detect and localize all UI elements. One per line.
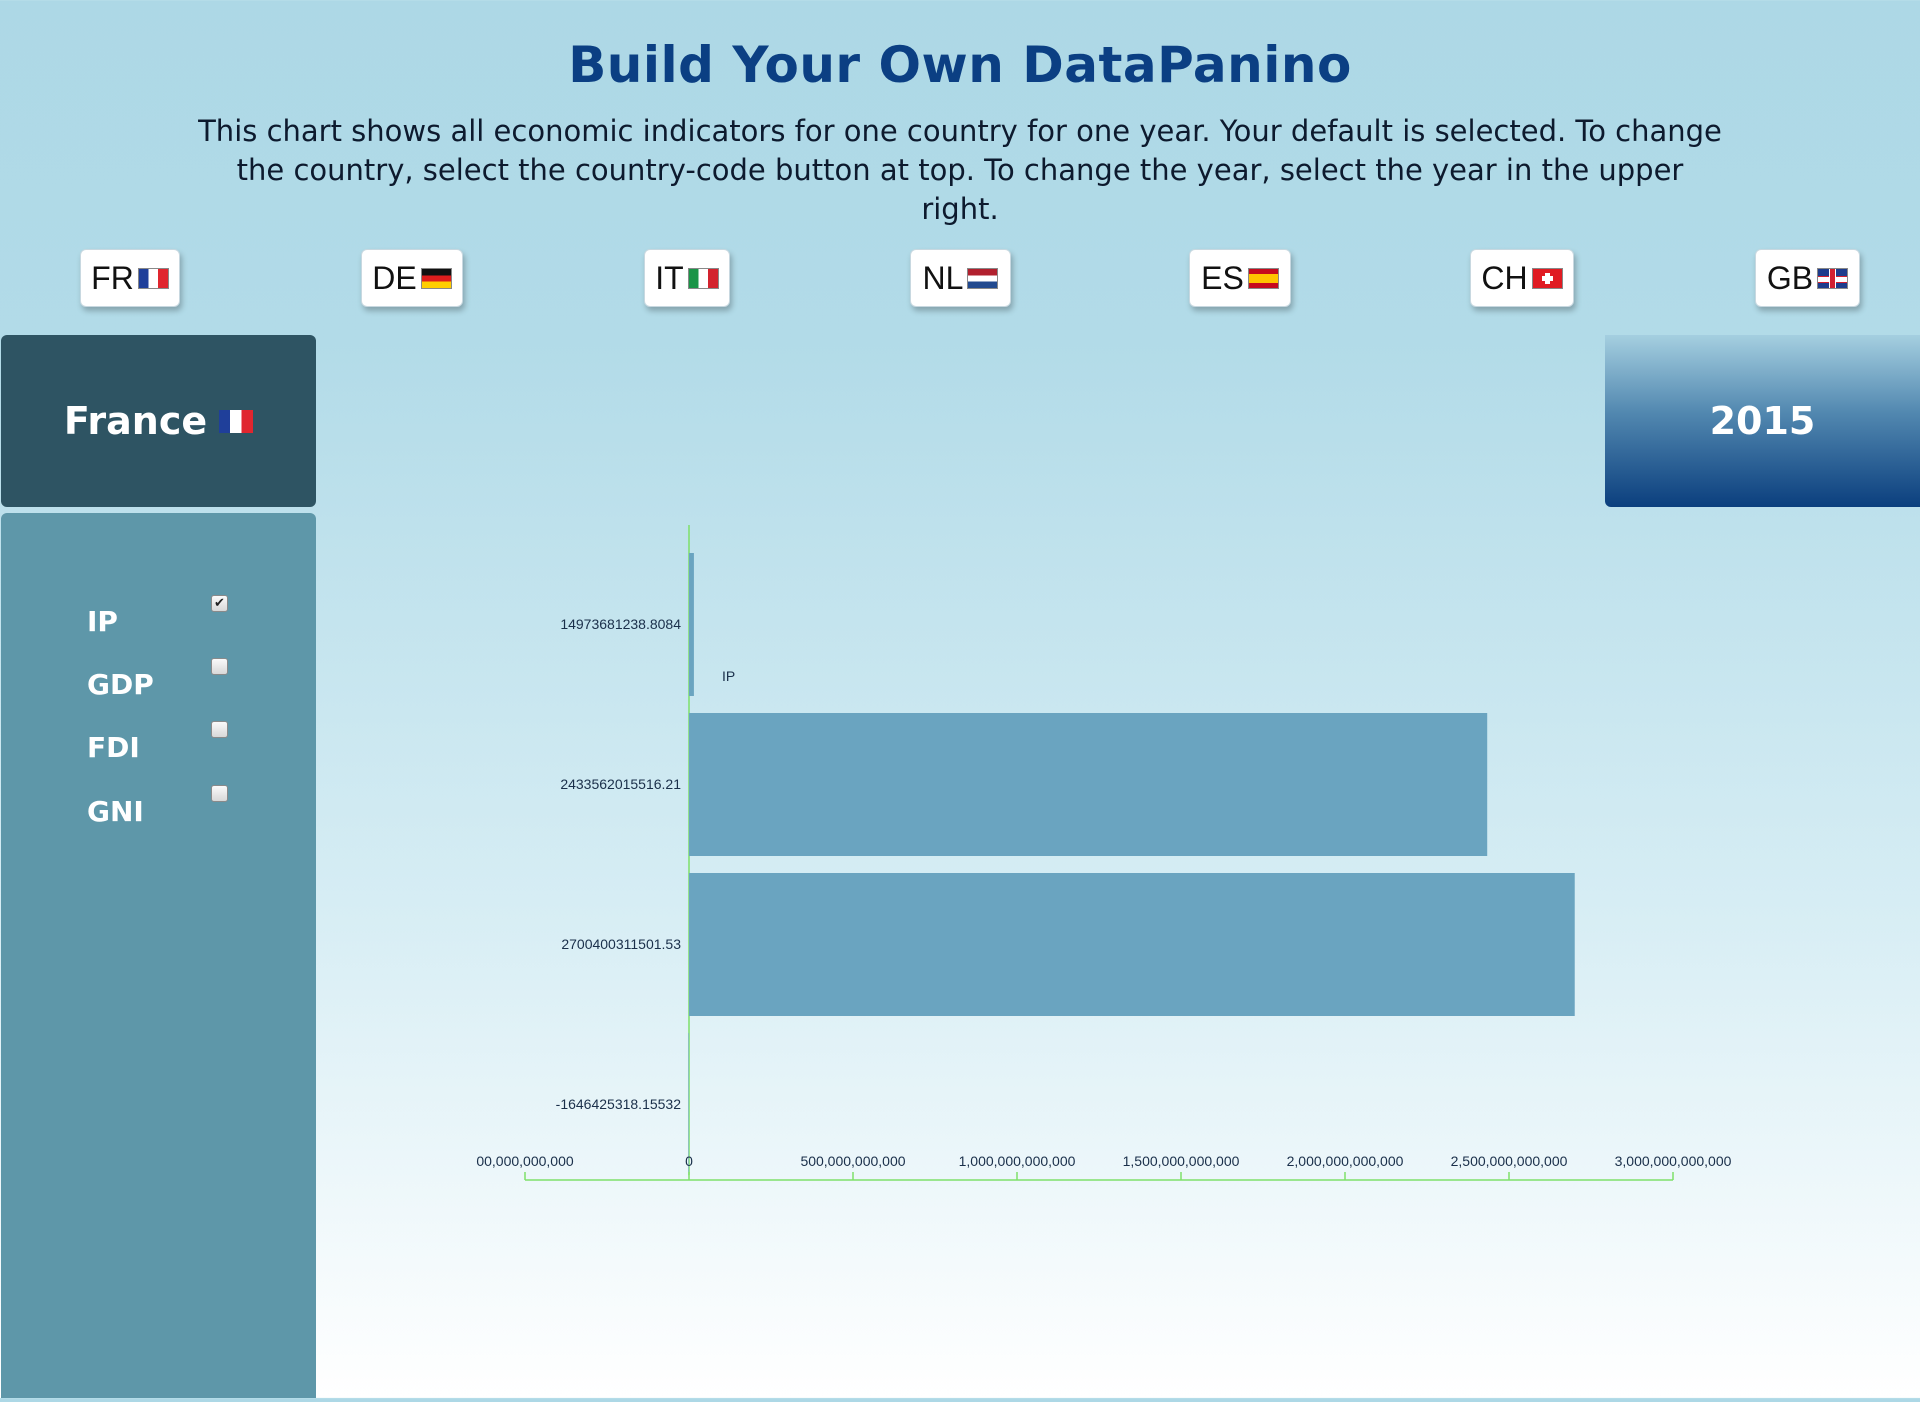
x-tick-label-2: 500,000,000,000	[800, 1153, 905, 1169]
flag-nl-icon	[967, 267, 999, 289]
indicator-row-gdp: GDP	[87, 658, 267, 701]
indicator-checkbox-gni[interactable]	[211, 785, 228, 802]
x-tick-label-7: 3,000,000,000,000	[1615, 1153, 1732, 1169]
page-title: Build Your Own DataPanino	[568, 36, 1352, 94]
country-code-label: FR	[91, 259, 134, 296]
category-label-1: 2433562015516.21	[560, 776, 681, 792]
x-tick-label-6: 2,500,000,000,000	[1451, 1153, 1568, 1169]
selected-year: 2015	[1709, 399, 1816, 443]
bar-2	[689, 873, 1575, 1016]
x-tick-label-5: 2,000,000,000,000	[1287, 1153, 1404, 1169]
selected-country-name: France	[63, 399, 208, 443]
country-button-de[interactable]: DE	[361, 249, 463, 307]
bar-chart: 14973681238.8084 2433562015516.21 27004003…	[476, 525, 1732, 1181]
bar-0	[689, 553, 694, 696]
country-code-label: IT	[655, 259, 684, 296]
flag-fr-icon	[137, 267, 169, 289]
indicator-checkbox-gdp[interactable]	[211, 658, 228, 675]
country-code-label: DE	[372, 259, 417, 296]
country-button-gb[interactable]: GB	[1755, 249, 1860, 307]
indicator-checkbox-ip[interactable]: ✔	[211, 595, 228, 612]
country-code-label: NL	[922, 259, 964, 296]
indicator-row-gni: GNI	[87, 785, 267, 828]
country-code-label: ES	[1201, 259, 1244, 296]
category-label-2: 2700400311501.53	[561, 936, 681, 952]
indicator-label: GDP	[87, 668, 154, 701]
flag-it-icon	[687, 267, 719, 289]
indicator-row-fdi: FDI	[87, 721, 267, 764]
country-button-fr[interactable]: FR	[80, 249, 180, 307]
flag-ch-icon	[1531, 267, 1563, 289]
country-button-ch[interactable]: CH	[1470, 249, 1574, 307]
x-tick-label-4: 1,500,000,000,000	[1123, 1153, 1240, 1169]
country-code-label: GB	[1766, 259, 1814, 296]
x-tick-label-0: 00,000,000,000	[476, 1153, 574, 1169]
flag-fr-icon	[219, 409, 254, 433]
flag-de-icon	[420, 267, 452, 289]
category-label-0: 14973681238.8084	[560, 616, 681, 632]
country-button-nl[interactable]: NL	[910, 249, 1011, 307]
indicator-label: IP	[87, 605, 118, 638]
x-tick-label-3: 1,000,000,000,000	[959, 1153, 1076, 1169]
indicator-checkbox-fdi[interactable]	[211, 721, 228, 738]
flag-gb-icon	[1817, 267, 1849, 289]
indicator-label: GNI	[87, 795, 144, 828]
country-button-it[interactable]: IT	[644, 249, 730, 307]
flag-es-icon	[1247, 267, 1279, 289]
year-selector[interactable]: 2015	[1605, 335, 1920, 507]
indicator-label: FDI	[87, 731, 140, 764]
country-code-label: CH	[1481, 259, 1528, 296]
bar-annotation-0: IP	[722, 668, 735, 684]
x-tick-label-1: 0	[685, 1153, 693, 1169]
bar-1	[689, 713, 1488, 856]
category-label-3: -1646425318.15532	[556, 1096, 682, 1112]
country-button-es[interactable]: ES	[1189, 249, 1291, 307]
selected-country-panel: France	[1, 335, 316, 507]
indicator-sidebar: IP ✔ GDP FDI GNI	[1, 513, 316, 1398]
chart-area: 14973681238.8084 2433562015516.21 27004003…	[320, 513, 1920, 1398]
indicator-row-ip: IP ✔	[87, 595, 267, 638]
page-description: This chart shows all economic indicators…	[198, 114, 1722, 226]
